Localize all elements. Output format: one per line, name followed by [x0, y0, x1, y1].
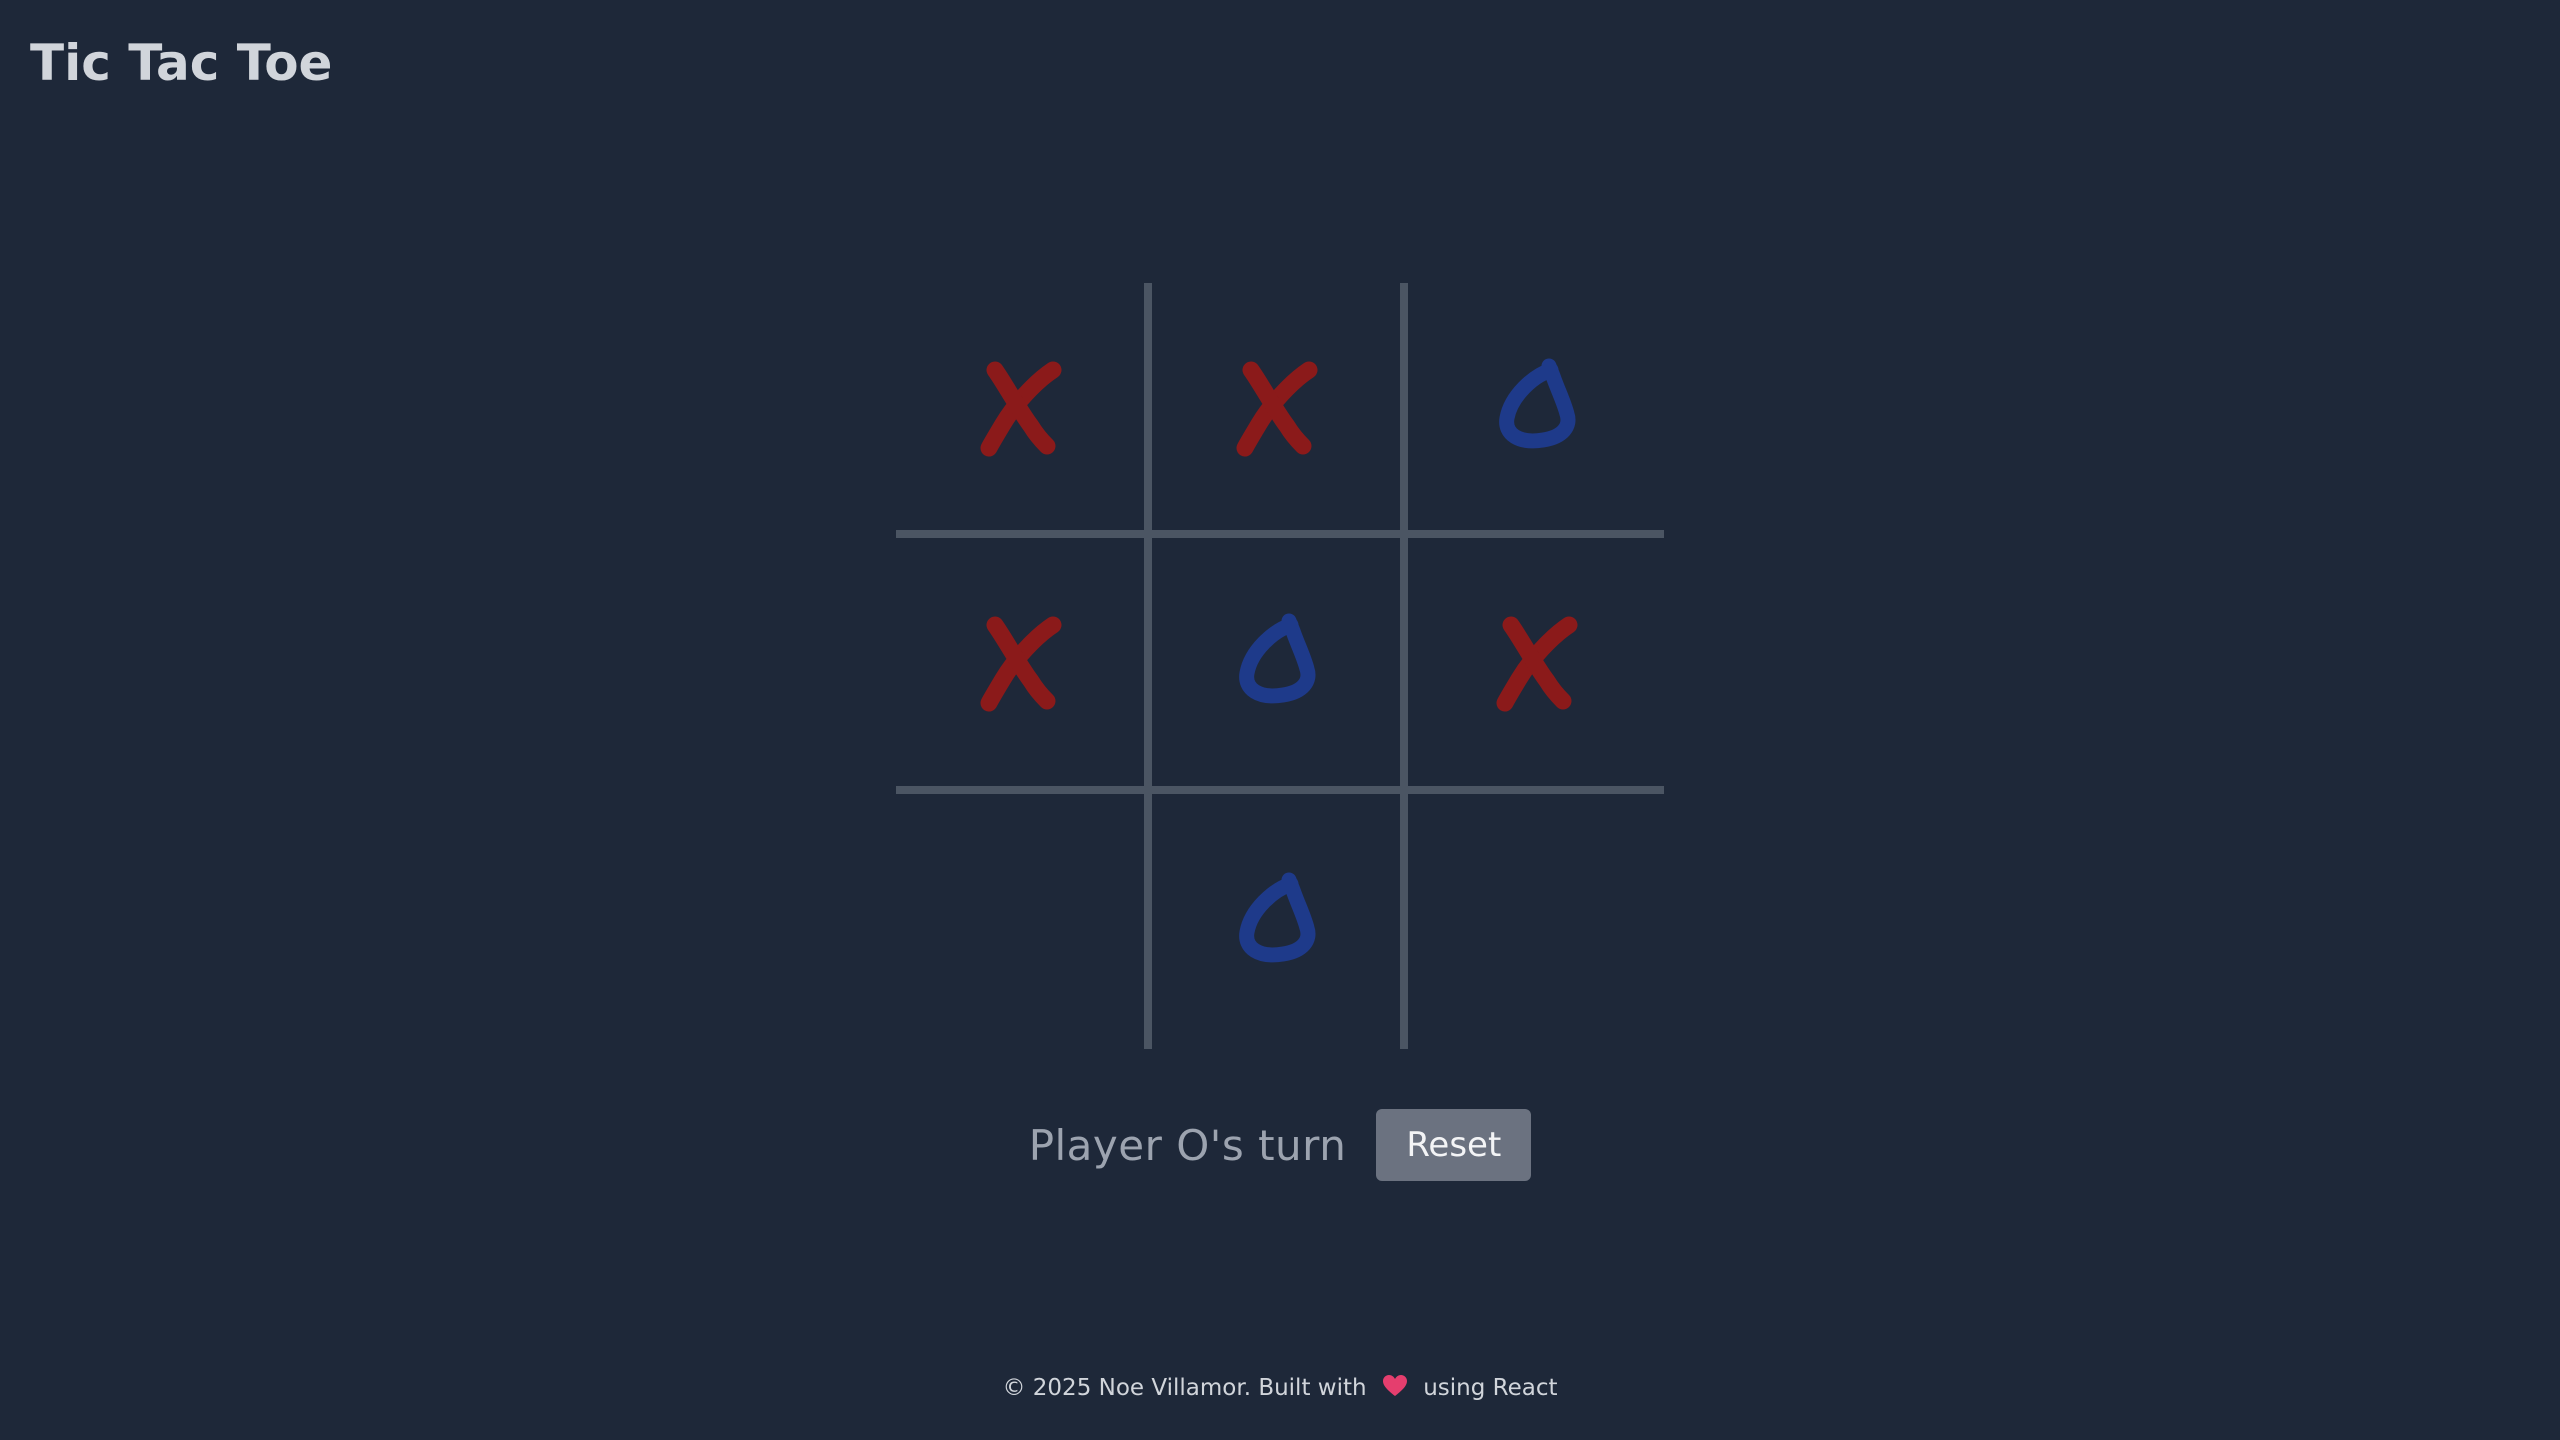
x-mark-icon — [1236, 361, 1318, 457]
board-cell-1-2[interactable] — [1152, 283, 1408, 539]
board-cell-2-2[interactable] — [1152, 538, 1408, 794]
status-row: Player O's turn Reset — [0, 1108, 2560, 1182]
reset-button[interactable]: Reset — [1376, 1109, 1532, 1181]
game-board — [896, 283, 1664, 1049]
board-cell-2-1[interactable] — [896, 538, 1152, 794]
board-cell-3-1[interactable] — [896, 793, 1152, 1049]
page: Tic Tac Toe Player O's turn Reset © 2025… — [0, 0, 2560, 1440]
o-mark-icon — [1239, 872, 1316, 963]
heart-icon — [1382, 1374, 1408, 1404]
turn-status: Player O's turn — [1028, 1120, 1347, 1170]
board-cell-3-2[interactable] — [1152, 793, 1408, 1049]
app-title: Tic Tac Toe — [30, 34, 333, 92]
board-cell-1-3[interactable] — [1408, 283, 1664, 539]
o-mark-icon — [1499, 358, 1576, 449]
x-mark-icon — [980, 616, 1062, 712]
x-mark-icon — [980, 361, 1062, 457]
footer-copyright: © 2025 Noe Villamor. Built with — [1002, 1375, 1367, 1401]
footer-suffix: using React — [1423, 1375, 1558, 1401]
board-cell-3-3[interactable] — [1408, 794, 1664, 1049]
footer: © 2025 Noe Villamor. Built with using Re… — [0, 1374, 2560, 1404]
x-mark-icon — [1496, 616, 1578, 712]
board-cell-1-1[interactable] — [896, 283, 1152, 539]
o-mark-icon — [1239, 613, 1316, 704]
board-cell-2-3[interactable] — [1408, 538, 1664, 794]
